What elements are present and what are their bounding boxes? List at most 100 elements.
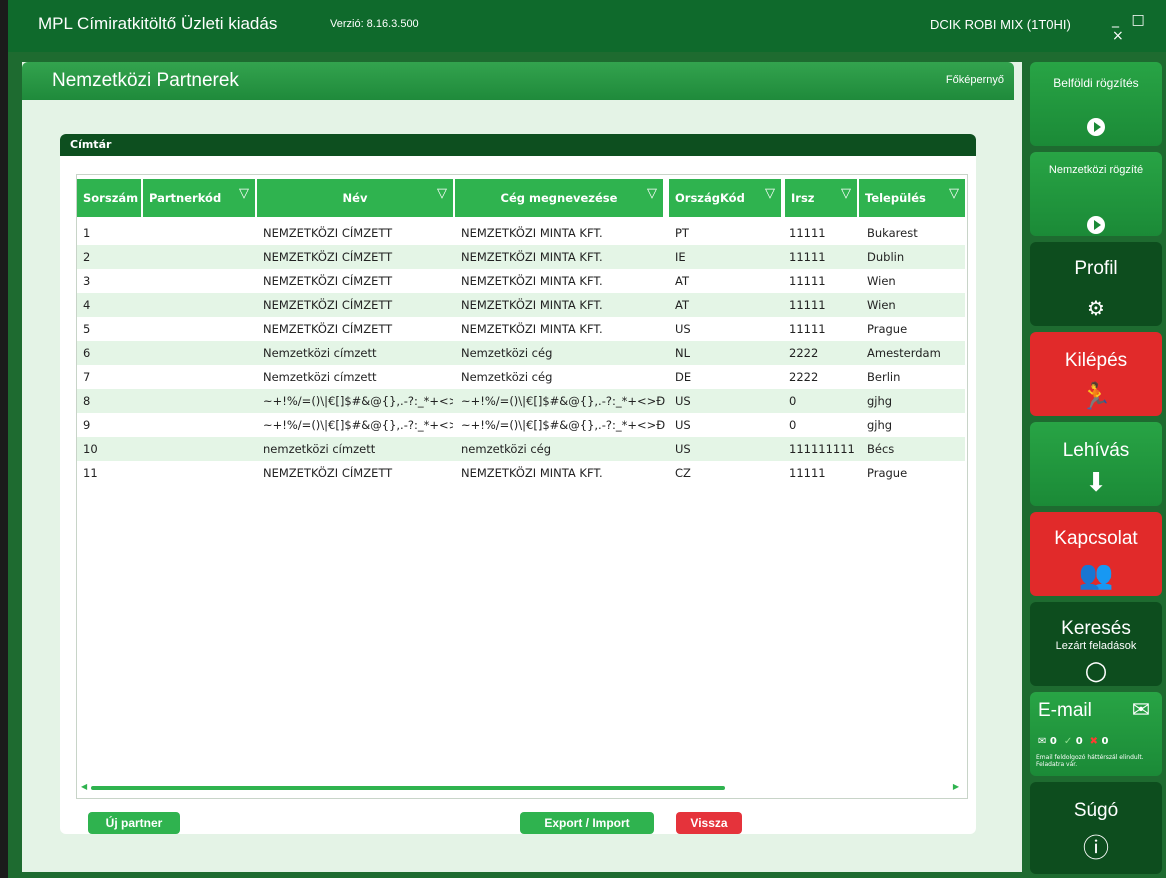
envelope-icon: ✉ [1131,698,1151,723]
table-row[interactable]: 2 NEMZETKÖZI CÍMZETT NEMZETKÖZI MINTA KFT.… [77,245,965,269]
title-bar: MPL Címiratkitöltő Üzleti kiadás Verzió:… [0,0,1166,878]
column-header-ceg[interactable]: Cég megnevezése ▽ [455,179,663,217]
filter-icon[interactable]: ▽ [437,186,447,201]
scroll-right-icon[interactable]: ▶ [953,782,959,791]
cell-nev: Nemzetközi címzett [263,370,377,384]
table-row[interactable]: 4 NEMZETKÖZI CÍMZETT NEMZETKÖZI MINTA KFT.… [77,293,965,317]
sidebar-item-help[interactable]: Súgó ⓘ [1030,782,1162,874]
cell-sorszam: 1 [83,226,91,240]
email-error-count: 0 [1101,736,1109,747]
cell-ceg: ~+!%/=()\|€[]$#&@{},.-?:_*+<>Đđ [461,418,665,432]
cell-orszag: CZ [675,466,691,480]
table-row[interactable]: 3 NEMZETKÖZI CÍMZETT NEMZETKÖZI MINTA KFT.… [77,269,965,293]
exit-icon: 🏃 [1079,382,1113,412]
cell-sorszam: 3 [83,274,91,288]
app-title: MPL Címiratkitöltő Üzleti kiadás [38,14,278,33]
window-controls[interactable]: _ □ × [1112,12,1166,44]
cell-sorszam: 6 [83,346,91,360]
email-status-note: Email feldolgozó háttérszál elindult. Fe… [1036,754,1144,768]
sidebar-item-label: E-mail [1038,700,1092,721]
sidebar-item-label: Keresés [1061,618,1131,639]
sidebar-item-sublabel: Lezárt feladások [1055,640,1137,652]
cell-irsz: 11111 [789,298,826,312]
sidebar-item-profile[interactable]: Profil ⚙ [1030,242,1162,326]
sidebar-item-download[interactable]: Lehívás ⬇ [1030,422,1162,506]
table-row[interactable]: 11 NEMZETKÖZI CÍMZETT NEMZETKÖZI MINTA KFT… [77,461,965,485]
column-header-partnerkod[interactable]: Partnerkód ▽ [143,179,255,217]
filter-icon[interactable]: ▽ [239,186,249,201]
filter-icon[interactable]: ▽ [841,186,851,201]
cell-telepules: Dublin [867,250,905,264]
cell-ceg: NEMZETKÖZI MINTA KFT. [461,298,603,312]
scrollbar-thumb[interactable] [91,786,725,790]
cell-irsz: 11111 [789,250,826,264]
cell-telepules: Bécs [867,442,895,456]
email-sent-count: 0 [1049,736,1057,747]
cell-ceg: NEMZETKÖZI MINTA KFT. [461,250,603,264]
cell-orszag: US [675,322,691,336]
error-icon: ✖ [1089,736,1099,747]
sidebar-item-email[interactable]: E-mail ✉ ✉ 0 ✓ 0 ✖ 0 Email feldolgozó há… [1030,692,1162,776]
cell-sorszam: 2 [83,250,91,264]
column-header-irsz[interactable]: Irsz ▽ [785,179,857,217]
info-icon: ⓘ [1082,834,1109,864]
cell-telepules: gjhg [867,418,893,432]
cell-irsz: 0 [789,418,797,432]
back-button[interactable]: Vissza [676,812,742,834]
cell-irsz: 11111 [789,226,826,240]
export-import-button[interactable]: Export / Import [520,812,654,834]
cell-orszag: PT [675,226,689,240]
column-header-orszagkod[interactable]: OrszágKód ▽ [669,179,781,217]
cell-telepules: Amesterdam [867,346,941,360]
table-row[interactable]: 5 NEMZETKÖZI CÍMZETT NEMZETKÖZI MINTA KFT.… [77,317,965,341]
sidebar-item-contact[interactable]: Kapcsolat 👥 [1030,512,1162,596]
cell-orszag: US [675,418,691,432]
sidebar-item-logout[interactable]: Kilépés 🏃 [1030,332,1162,416]
cell-ceg: nemzetközi cég [461,442,552,456]
main-panel: Nemzetközi Partnerek Főképernyő Címtár S… [22,62,1022,872]
table-row[interactable]: 7 Nemzetközi címzett Nemzetközi cég DE 2222 B… [77,365,965,389]
cell-irsz: 11111 [789,274,826,288]
cell-nev: nemzetközi címzett [263,442,376,456]
sidebar-item-label: Nemzetközi rögzíté [1048,164,1144,176]
horizontal-scrollbar[interactable]: ◀ ▶ [81,782,959,792]
filter-icon[interactable]: ▽ [949,186,959,201]
table-row[interactable]: 1 NEMZETKÖZI CÍMZETT NEMZETKÖZI MINTA KFT.… [77,221,965,245]
sidebar-item-international[interactable]: Nemzetközi rögzíté [1030,152,1162,236]
filter-icon[interactable]: ▽ [765,186,775,201]
new-partner-button[interactable]: Új partner [88,812,180,834]
table-row[interactable]: 8 ~+!%/=()\|€[]$#&@{},.-?:_*+<> ~+!%/=()\|… [77,389,965,413]
scroll-left-icon[interactable]: ◀ [81,782,87,791]
table-row[interactable]: 9 ~+!%/=()\|€[]$#&@{},.-?:_*+<> ~+!%/=()\|… [77,413,965,437]
cell-irsz: 11111 [789,466,826,480]
sidebar-item-domestic[interactable]: Belföldi rögzítés [1030,62,1162,146]
mail-icon: ✉ [1038,736,1047,747]
column-header-sorszam[interactable]: Sorszám [77,179,141,217]
table-row[interactable]: 6 Nemzetközi címzett Nemzetközi cég NL 2222 A… [77,341,965,365]
cell-nev: NEMZETKÖZI CÍMZETT [263,298,393,312]
check-icon: ✓ [1063,736,1073,747]
cell-telepules: Berlin [867,370,901,384]
filter-icon[interactable]: ▽ [647,186,657,201]
table-row[interactable]: 10 nemzetközi címzett nemzetközi cég US 1111… [77,437,965,461]
sidebar-item-label: Lehívás [1062,440,1130,461]
cell-orszag: DE [675,370,692,384]
column-header-nev[interactable]: Név ▽ [257,179,453,217]
cell-ceg: ~+!%/=()\|€[]$#&@{},.-?:_*+<>Đđ [461,394,665,408]
column-header-telepules[interactable]: Település ▽ [859,179,965,217]
cell-telepules: Wien [867,274,896,288]
cell-telepules: Bukarest [867,226,918,240]
cell-nev: ~+!%/=()\|€[]$#&@{},.-?:_*+<> [263,418,453,432]
cell-nev: NEMZETKÖZI CÍMZETT [263,250,393,264]
sidebar-item-search[interactable]: Keresés Lezárt feladások ○ [1030,602,1162,686]
cell-ceg: NEMZETKÖZI MINTA KFT. [461,226,603,240]
cell-nev: NEMZETKÖZI CÍMZETT [263,466,393,480]
home-link[interactable]: Főképernyő [946,74,1004,86]
cell-ceg: Nemzetközi cég [461,370,553,384]
play-icon [1030,118,1162,140]
cell-telepules: Wien [867,298,896,312]
cell-telepules: Prague [867,466,908,480]
email-status-counts: ✉ 0 ✓ 0 ✖ 0 [1038,736,1108,747]
cell-sorszam: 5 [83,322,91,336]
cell-irsz: 111111111 [789,442,855,456]
